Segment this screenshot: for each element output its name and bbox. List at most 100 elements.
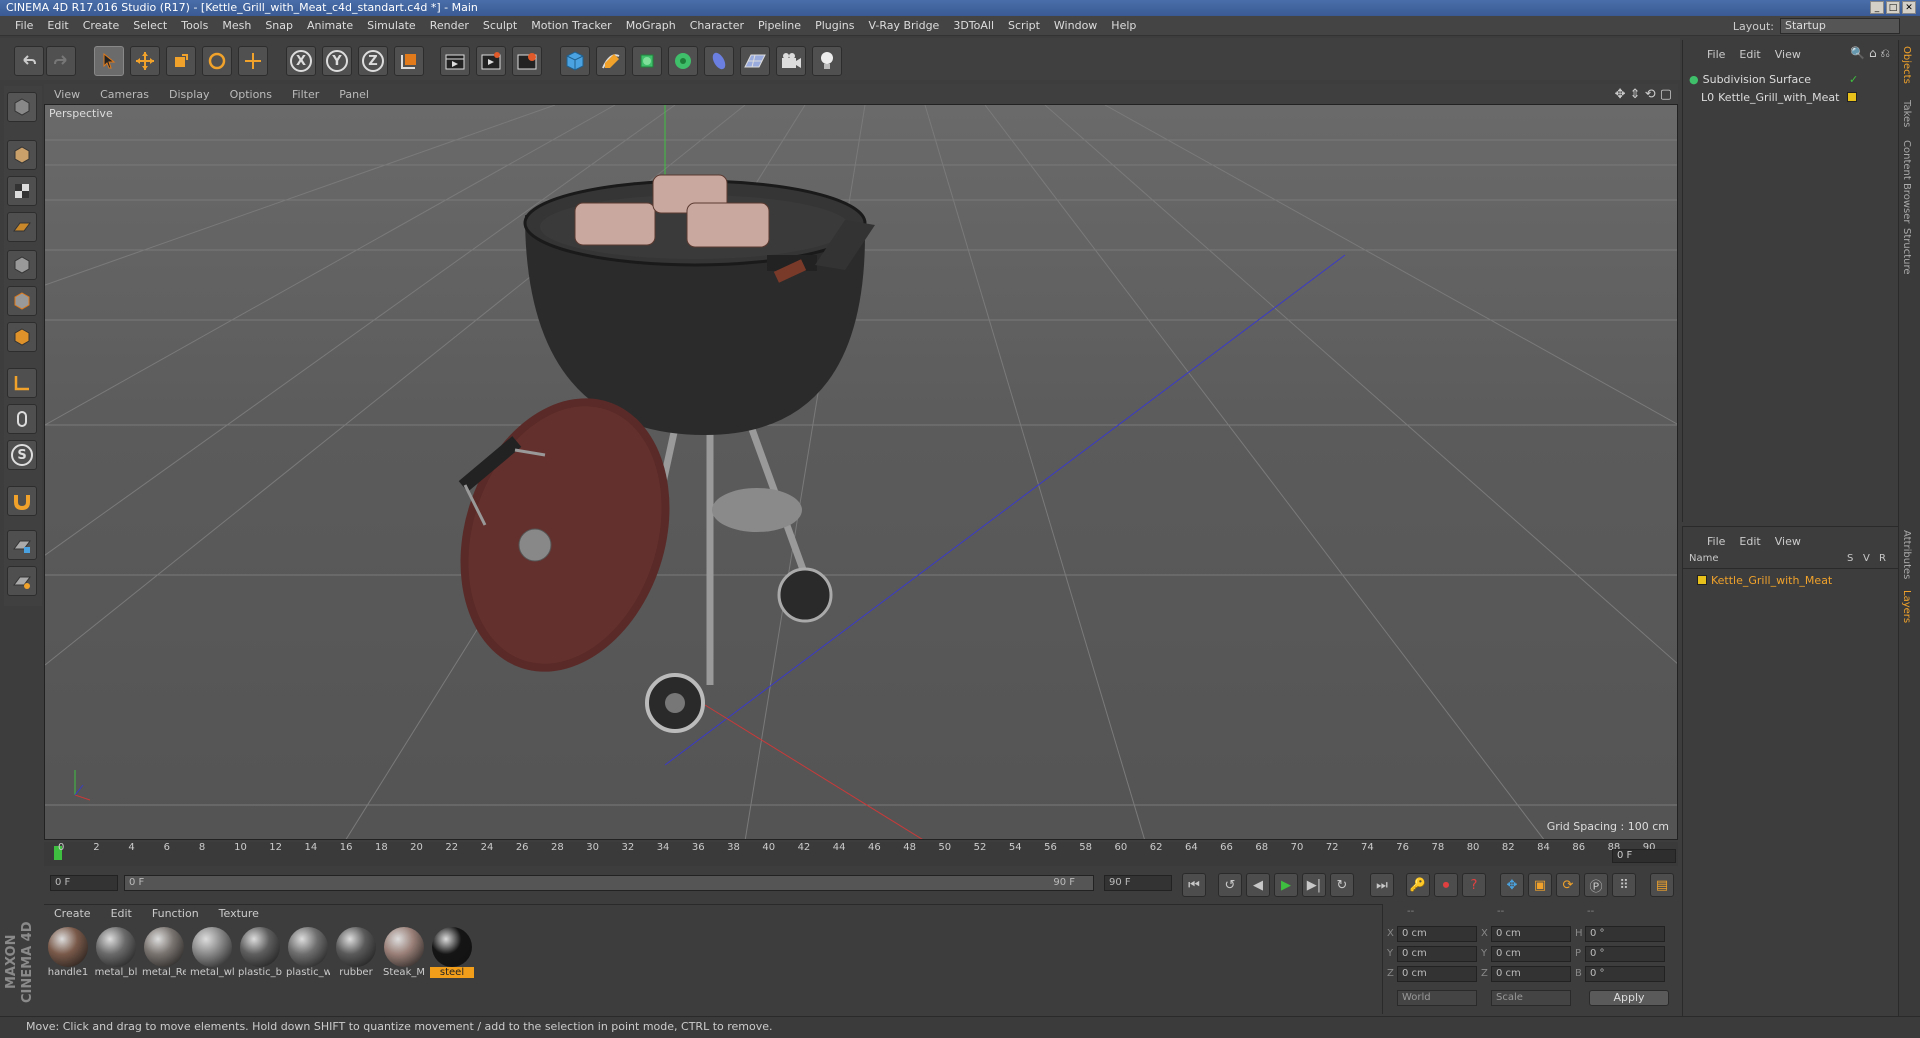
om-menu-view[interactable]: View <box>1775 48 1801 61</box>
layer-swatch[interactable] <box>1697 575 1707 585</box>
coordinate-space-dropdown[interactable]: World <box>1397 990 1477 1006</box>
position-y-field[interactable]: 0 cm <box>1397 946 1477 962</box>
goto-prev-key-icon[interactable]: ↺ <box>1218 873 1242 897</box>
start-frame-field[interactable]: 0 F <box>50 875 118 891</box>
perspective-viewport[interactable]: Perspective Grid Spacing: 100 cm <box>44 104 1678 840</box>
goto-next-key-icon[interactable]: ↻ <box>1330 873 1354 897</box>
viewport-nav-icons[interactable]: ✥ ⇕ ⟲ ▢ <box>1615 87 1672 102</box>
menu-window[interactable]: Window <box>1047 19 1104 32</box>
key-pla-icon[interactable]: ⠿ <box>1612 873 1636 897</box>
position-x-field[interactable]: 0 cm <box>1397 926 1477 942</box>
key-parameter-icon[interactable]: Ⓟ <box>1584 873 1608 897</box>
model-mode-icon[interactable] <box>7 140 37 170</box>
play-icon[interactable]: ▶ <box>1274 873 1298 897</box>
live-selection-icon[interactable] <box>238 46 268 76</box>
material-swatch[interactable]: plastic_w <box>286 927 330 987</box>
z-axis-lock-icon[interactable]: Z <box>358 46 388 76</box>
camera-icon[interactable] <box>776 46 806 76</box>
menu-mograph[interactable]: MoGraph <box>619 19 683 32</box>
y-axis-lock-icon[interactable]: Y <box>322 46 352 76</box>
material-swatch[interactable]: plastic_b <box>238 927 282 987</box>
tab-structure[interactable]: Structure <box>1901 228 1912 275</box>
coordinate-system-icon[interactable] <box>394 46 424 76</box>
material-swatch-selected[interactable]: steel <box>430 927 474 987</box>
magnet-icon[interactable] <box>7 486 37 516</box>
polygons-mode-icon[interactable] <box>7 322 37 352</box>
menu-snap[interactable]: Snap <box>258 19 300 32</box>
viewport-menu-options[interactable]: Options <box>220 88 282 101</box>
menu-character[interactable]: Character <box>683 19 751 32</box>
spline-pen-icon[interactable] <box>596 46 626 76</box>
material-swatch[interactable]: metal_bl <box>94 927 138 987</box>
light-icon[interactable] <box>812 46 842 76</box>
menu-motion-tracker[interactable]: Motion Tracker <box>524 19 618 32</box>
redo-icon[interactable] <box>46 46 76 76</box>
minimize-icon[interactable]: _ <box>1870 1 1884 14</box>
layer-row[interactable]: Kettle_Grill_with_Meat <box>1697 571 1832 589</box>
lm-menu-edit[interactable]: Edit <box>1739 535 1760 548</box>
lm-menu-view[interactable]: View <box>1775 535 1801 548</box>
menu-tools[interactable]: Tools <box>174 19 215 32</box>
visibility-check-icon[interactable]: ✓ <box>1849 73 1858 86</box>
record-active-icon[interactable]: ⏺ <box>1434 873 1458 897</box>
floor-icon[interactable] <box>740 46 770 76</box>
material-swatch[interactable]: Steak_M <box>382 927 426 987</box>
deformer-icon[interactable] <box>704 46 734 76</box>
scale-tool-icon[interactable] <box>166 46 196 76</box>
undo-icon[interactable] <box>14 46 44 76</box>
prev-frame-icon[interactable]: ◀ <box>1246 873 1270 897</box>
menu-select[interactable]: Select <box>126 19 174 32</box>
material-swatch[interactable]: rubber <box>334 927 378 987</box>
tab-objects[interactable]: Objects <box>1901 46 1912 84</box>
planar-workplane-icon[interactable] <box>7 566 37 596</box>
menu-mesh[interactable]: Mesh <box>215 19 258 32</box>
viewport-menu-cameras[interactable]: Cameras <box>90 88 159 101</box>
tab-attributes[interactable]: Attributes <box>1901 530 1912 579</box>
menu-simulate[interactable]: Simulate <box>360 19 423 32</box>
material-swatch[interactable]: metal_wl <box>190 927 234 987</box>
size-z-field[interactable]: 0 cm <box>1491 966 1571 982</box>
tab-takes[interactable]: Takes <box>1901 100 1912 127</box>
menu-pipeline[interactable]: Pipeline <box>751 19 808 32</box>
rotation-h-field[interactable]: 0 ° <box>1585 926 1665 942</box>
rotation-b-field[interactable]: 0 ° <box>1585 966 1665 982</box>
size-mode-dropdown[interactable]: Scale <box>1491 990 1571 1006</box>
frame-range-slider[interactable]: 0 F 90 F <box>124 875 1094 891</box>
rotation-p-field[interactable]: 0 ° <box>1585 946 1665 962</box>
timeline-ruler[interactable]: 0 2 4 6 8 10 12 14 16 18 20 22 24 26 28 30 32 34 36 38 40 42 4… <box>44 842 1678 866</box>
material-menu-edit[interactable]: Edit <box>101 907 142 920</box>
menu-plugins[interactable]: Plugins <box>808 19 861 32</box>
current-frame-field[interactable]: 0 F <box>1612 849 1676 863</box>
key-position-icon[interactable]: ✥ <box>1500 873 1524 897</box>
edges-mode-icon[interactable] <box>7 286 37 316</box>
material-menu-create[interactable]: Create <box>44 907 101 920</box>
menu-script[interactable]: Script <box>1001 19 1047 32</box>
tab-layers[interactable]: Layers <box>1901 590 1912 623</box>
autokey-icon[interactable]: ? <box>1462 873 1486 897</box>
rotate-tool-icon[interactable] <box>202 46 232 76</box>
menu-render[interactable]: Render <box>423 19 476 32</box>
move-tool-icon[interactable] <box>130 46 160 76</box>
goto-start-icon[interactable]: ⏮ <box>1182 873 1206 897</box>
layout-dropdown[interactable]: Startup <box>1780 18 1900 34</box>
next-frame-icon[interactable]: ▶| <box>1302 873 1326 897</box>
viewport-menu-display[interactable]: Display <box>159 88 220 101</box>
tab-content-browser[interactable]: Content Browser <box>1901 140 1912 223</box>
timeline-window-icon[interactable]: ▤ <box>1650 873 1674 897</box>
points-mode-icon[interactable] <box>7 250 37 280</box>
menu-animate[interactable]: Animate <box>300 19 360 32</box>
locked-workplane-icon[interactable] <box>7 530 37 560</box>
menu-create[interactable]: Create <box>76 19 127 32</box>
x-axis-lock-icon[interactable]: X <box>286 46 316 76</box>
record-keys-icon[interactable]: 🔑 <box>1406 873 1430 897</box>
texture-mode-icon[interactable] <box>7 176 37 206</box>
end-frame-field[interactable]: 90 F <box>1104 875 1172 891</box>
cloner-icon[interactable] <box>668 46 698 76</box>
menu-edit[interactable]: Edit <box>40 19 75 32</box>
menu-help[interactable]: Help <box>1104 19 1143 32</box>
axis-mode-icon[interactable] <box>7 368 37 398</box>
material-menu-function[interactable]: Function <box>142 907 209 920</box>
key-scale-icon[interactable]: ▣ <box>1528 873 1552 897</box>
tweak-mode-icon[interactable] <box>7 404 37 434</box>
viewport-menu-filter[interactable]: Filter <box>282 88 329 101</box>
